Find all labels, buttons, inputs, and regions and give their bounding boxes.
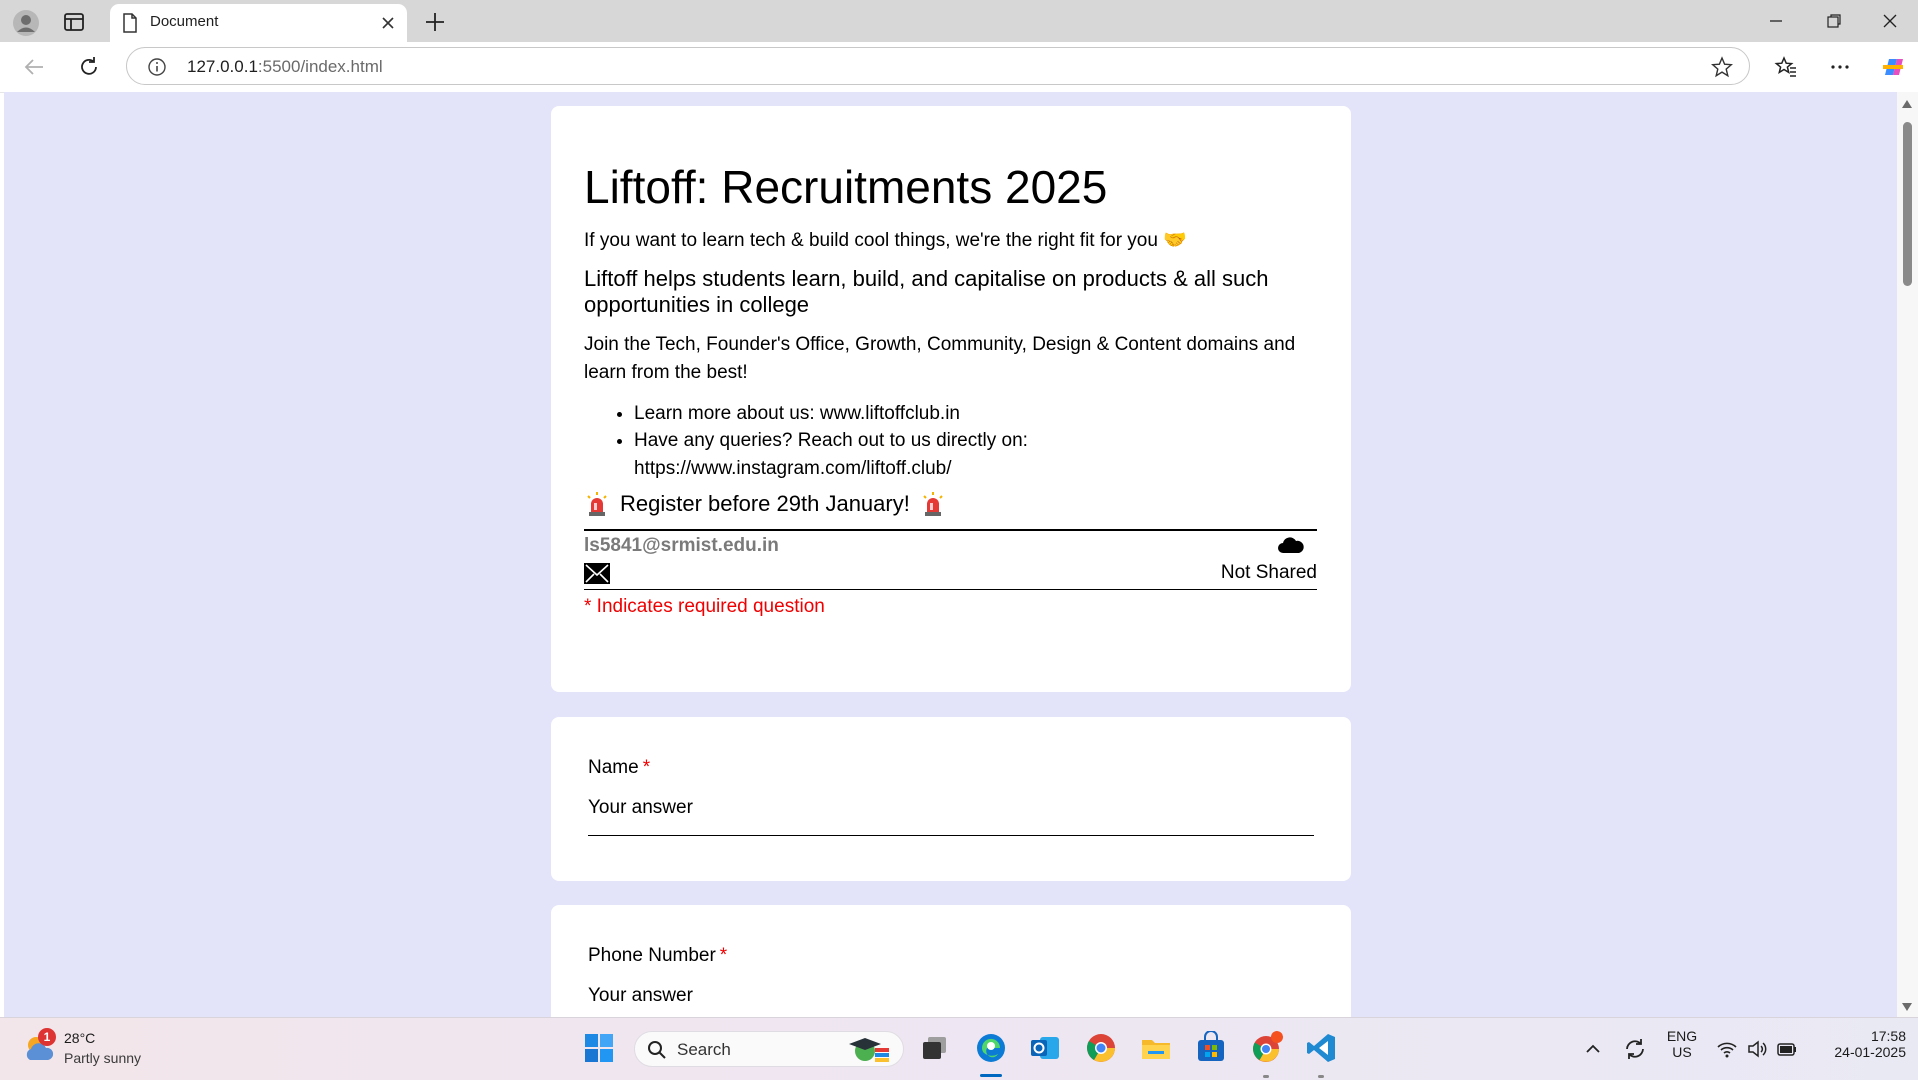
- weather-condition: Partly sunny: [64, 1050, 142, 1066]
- copilot-icon[interactable]: [1879, 53, 1907, 81]
- profile-icon[interactable]: [12, 9, 40, 37]
- chrome-profile-icon[interactable]: [1249, 1031, 1283, 1065]
- tagline: If you want to learn tech & build cool t…: [584, 229, 1317, 253]
- account-info: ls5841@srmist.edu.in Not Shared: [584, 528, 1317, 590]
- domains-text: Join the Tech, Founder's Office, Growth,…: [584, 333, 1296, 384]
- search-icon: [648, 1041, 666, 1059]
- list-item-website: Learn more about us: www.liftoffclub.in: [634, 400, 1317, 428]
- vscode-icon[interactable]: [1304, 1031, 1338, 1065]
- page-scrollbar[interactable]: [1897, 92, 1918, 1017]
- url-text: 127.0.0.1:5500/index.html: [187, 57, 383, 77]
- more-options-icon[interactable]: [1828, 55, 1852, 79]
- weather-badge: 1: [38, 1028, 56, 1046]
- refresh-icon[interactable]: [77, 55, 101, 79]
- sync-icon[interactable]: [1622, 1036, 1648, 1062]
- back-arrow-icon[interactable]: [22, 55, 46, 79]
- mail-icon: [584, 562, 610, 584]
- name-input[interactable]: Your answer: [588, 797, 1314, 836]
- close-icon: [1883, 14, 1897, 28]
- windows-taskbar: 1 28°C Partly sunny Search ENG US 17:58 …: [0, 1017, 1918, 1080]
- minimize-icon: [1770, 20, 1782, 22]
- question-card-name: Name * Your answer: [551, 717, 1351, 881]
- question-card-phone: Phone Number * Your answer: [551, 905, 1351, 1017]
- tab-document[interactable]: Document: [110, 4, 407, 42]
- question-label: Name *: [588, 757, 1314, 779]
- outlook-icon[interactable]: [1028, 1031, 1062, 1065]
- not-shared-label: Not Shared: [1220, 561, 1317, 583]
- tagline-text: If you want to learn tech & build cool t…: [584, 229, 1158, 251]
- task-view-icon[interactable]: [918, 1031, 952, 1065]
- url-host: 127.0.0.1: [187, 57, 258, 76]
- register-banner: Register before 29th January!: [584, 491, 1317, 517]
- scroll-up-arrow-icon[interactable]: [1902, 100, 1912, 108]
- page-viewport: Liftoff: Recruitments 2025 If you want t…: [4, 92, 1897, 1017]
- restore-icon: [1827, 14, 1841, 28]
- temperature: 28°C: [64, 1030, 96, 1046]
- register-text: Register before 29th January!: [620, 490, 910, 516]
- region-code: US: [1672, 1044, 1692, 1060]
- battery-icon[interactable]: [1776, 1038, 1798, 1060]
- volume-icon[interactable]: [1746, 1038, 1768, 1060]
- question-title: Phone Number: [588, 945, 716, 966]
- document-icon: [123, 13, 137, 33]
- required-star: *: [642, 757, 651, 778]
- form-header-card: Liftoff: Recruitments 2025 If you want t…: [551, 106, 1351, 692]
- phone-input[interactable]: Your answer: [588, 985, 1314, 1017]
- active-app-indicator: [980, 1074, 1002, 1077]
- language-code: ENG: [1666, 1028, 1698, 1044]
- minimize-button[interactable]: [1748, 0, 1804, 42]
- chrome-icon[interactable]: [1084, 1031, 1118, 1065]
- scroll-thumb[interactable]: [1903, 122, 1912, 286]
- handshake-emoji: 🤝: [1163, 229, 1187, 251]
- wifi-icon[interactable]: [1716, 1038, 1738, 1060]
- question-label: Phone Number *: [588, 945, 1314, 967]
- form-title: Liftoff: Recruitments 2025: [584, 161, 1108, 213]
- address-input[interactable]: 127.0.0.1:5500/index.html: [126, 47, 1750, 85]
- tab-title: Document: [150, 13, 219, 30]
- microsoft-store-icon[interactable]: [1194, 1031, 1228, 1065]
- browser-tab-bar: Document: [0, 0, 1918, 42]
- running-app-indicator: [1263, 1075, 1269, 1078]
- show-hidden-icons-chevron-up-icon[interactable]: [1582, 1038, 1604, 1060]
- account-email: ls5841@srmist.edu.in: [584, 534, 779, 556]
- clock-time: 17:58: [1870, 1028, 1906, 1044]
- siren-icon: [587, 491, 607, 516]
- file-explorer-icon[interactable]: [1139, 1031, 1173, 1065]
- address-toolbar: 127.0.0.1:5500/index.html: [0, 42, 1918, 93]
- links-list: Learn more about us: www.liftoffclub.in …: [584, 400, 1317, 483]
- education-graphic-icon: [849, 1038, 889, 1062]
- scroll-down-arrow-icon[interactable]: [1902, 1003, 1912, 1011]
- language-indicator[interactable]: ENG US: [1662, 1028, 1702, 1060]
- mission-text: Liftoff helps students learn, build, and…: [584, 266, 1269, 317]
- new-tab-icon[interactable]: [423, 10, 447, 34]
- required-note: * Indicates required question: [584, 595, 825, 617]
- siren-icon: [923, 491, 943, 516]
- edge-browser-icon[interactable]: [974, 1031, 1008, 1065]
- tab-actions-icon[interactable]: [62, 10, 86, 34]
- restore-button[interactable]: [1806, 0, 1862, 42]
- favorite-star-icon[interactable]: [1711, 56, 1733, 78]
- close-window-button[interactable]: [1862, 0, 1918, 42]
- start-icon[interactable]: [582, 1031, 616, 1065]
- search-label: Search: [677, 1040, 731, 1059]
- question-title: Name: [588, 757, 639, 778]
- favorites-icon[interactable]: [1774, 55, 1798, 79]
- clock[interactable]: 17:58 24-01-2025: [1810, 1028, 1906, 1060]
- url-path: :5500/index.html: [257, 57, 383, 76]
- running-app-indicator: [1318, 1075, 1324, 1078]
- required-star: *: [719, 945, 728, 966]
- taskbar-search[interactable]: Search: [634, 1031, 904, 1067]
- list-item-instagram: Have any queries? Reach out to us direct…: [634, 427, 1317, 482]
- cloud-icon: [1278, 536, 1304, 553]
- close-tab-icon[interactable]: [379, 14, 397, 32]
- clock-date: 24-01-2025: [1834, 1044, 1906, 1060]
- site-info-icon[interactable]: [147, 57, 167, 77]
